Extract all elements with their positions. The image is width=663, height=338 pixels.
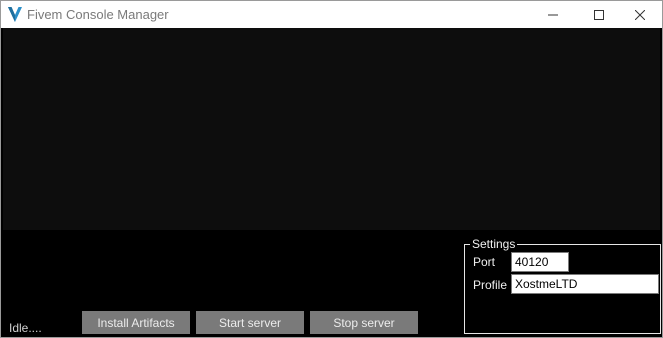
stop-server-button[interactable]: Stop server	[310, 311, 418, 334]
console-output[interactable]	[3, 28, 660, 230]
settings-legend: Settings	[470, 237, 518, 251]
maximize-button[interactable]	[576, 1, 622, 28]
minimize-button[interactable]	[530, 1, 576, 28]
window-title: Fivem Console Manager	[27, 7, 169, 22]
install-artifacts-button[interactable]: Install Artifacts	[82, 311, 190, 334]
app-window: Fivem Console Manager Idle.... Install A…	[0, 0, 663, 338]
profile-field[interactable]	[511, 274, 659, 294]
profile-label: Profile	[473, 278, 508, 292]
v-logo-icon	[7, 5, 23, 23]
port-label: Port	[473, 255, 496, 269]
maximize-icon	[594, 9, 604, 20]
minimize-icon	[548, 10, 558, 20]
status-label: Idle....	[9, 321, 42, 335]
title-bar[interactable]: Fivem Console Manager	[1, 1, 662, 28]
start-server-button[interactable]: Start server	[196, 311, 304, 334]
close-button[interactable]	[617, 1, 662, 28]
close-icon	[634, 9, 645, 20]
port-field[interactable]	[511, 252, 569, 272]
